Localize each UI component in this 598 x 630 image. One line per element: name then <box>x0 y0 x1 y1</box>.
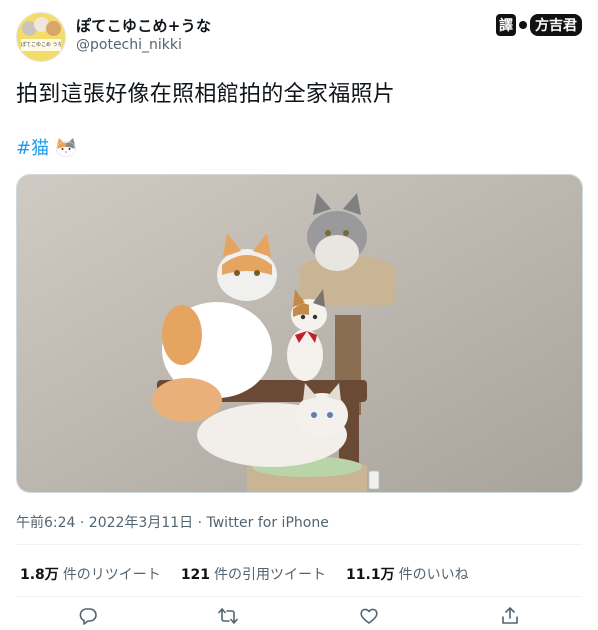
share-button[interactable] <box>498 604 522 628</box>
like-count[interactable]: 11.1万 件のいいね <box>346 564 469 584</box>
retweet-count[interactable]: 1.8万 件のリツイート <box>20 564 161 584</box>
tweet-text: 拍到這張好像在照相館拍的全家福照片 <box>16 82 396 107</box>
divider-top <box>16 544 582 545</box>
avatar[interactable]: ぽてこゆこめ うな <box>16 12 66 62</box>
translator-watermark: 譯 方吉君 <box>496 14 582 36</box>
translator-mark: 譯 <box>496 14 516 36</box>
like-button[interactable] <box>357 604 381 628</box>
share-icon <box>502 607 518 624</box>
avatar-cat-orange <box>46 21 61 36</box>
action-bar <box>0 600 598 630</box>
translator-dot <box>519 21 527 29</box>
cat-face-emoji-icon <box>55 137 77 157</box>
cat-family-photo-icon <box>17 175 582 492</box>
translator-name: 方吉君 <box>530 14 582 36</box>
hashtag-line: #猫 <box>16 134 77 160</box>
tweet-photo[interactable] <box>16 174 583 493</box>
retweet-icon <box>218 608 238 624</box>
hashtag-link[interactable]: #猫 <box>16 134 49 160</box>
tweet-timestamp[interactable]: 午前6:24 · 2022年3月11日 · Twitter for iPhone <box>16 512 329 532</box>
divider-bottom <box>16 596 582 597</box>
retweet-button[interactable] <box>216 604 240 628</box>
quote-count[interactable]: 121 件の引用ツイート <box>181 564 326 584</box>
avatar-caption: ぽてこゆこめ うな <box>21 39 61 51</box>
handle[interactable]: @potechi_nikki <box>76 37 182 53</box>
reply-button[interactable] <box>76 604 100 628</box>
like-icon <box>360 608 378 624</box>
display-name[interactable]: ぽてこゆこめ+うな <box>76 15 211 36</box>
engagement-stats: 1.8万 件のリツイート 121 件の引用ツイート 11.1万 件のいいね <box>20 564 469 584</box>
reply-icon <box>79 608 97 625</box>
